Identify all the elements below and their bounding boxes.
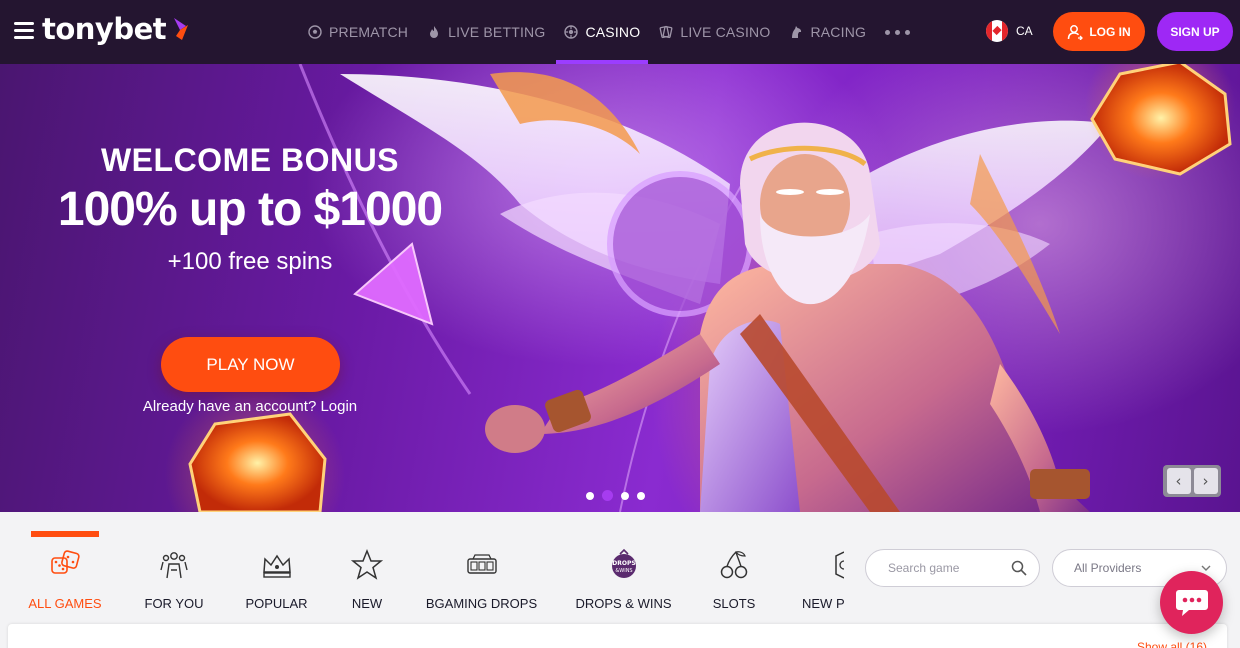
crown-icon	[262, 554, 291, 578]
category-label: DROPS & WINS	[575, 596, 672, 611]
horse-icon	[792, 26, 802, 38]
category-all-games[interactable]: ALL GAMES	[28, 512, 102, 622]
drops-wins-icon: DROPS &WINS	[611, 548, 636, 578]
carousel-dot-active[interactable]	[602, 490, 613, 501]
signup-button[interactable]: SIGN UP	[1157, 12, 1233, 51]
zeus-banner-illustration	[165, 64, 1235, 512]
logo-text: tonybet	[42, 12, 167, 46]
category-label: ALL GAMES	[28, 596, 102, 611]
search-input[interactable]	[888, 561, 1008, 575]
nav-racing-label: RACING	[810, 24, 867, 40]
hero-headline: WELCOME BONUS	[100, 142, 400, 178]
carousel-arrows: ‹ ›	[1163, 465, 1221, 497]
category-slots[interactable]: SLOTS	[712, 512, 756, 622]
user-icon	[1068, 24, 1084, 40]
svg-text:DROPS: DROPS	[612, 560, 635, 567]
canada-flag-icon	[986, 20, 1008, 42]
category-new-providers[interactable]: NEW PI	[802, 512, 844, 622]
login-button[interactable]: LOG IN	[1053, 12, 1145, 51]
login-label: LOG IN	[1089, 24, 1131, 39]
roulette-icon	[564, 25, 579, 39]
search-icon[interactable]	[1011, 560, 1027, 576]
cherries-icon	[720, 551, 748, 579]
hero-banner[interactable]: WELCOME BONUS 100% up to $1000 +100 free…	[0, 64, 1240, 512]
games-panel: Show all (16)	[8, 624, 1227, 648]
category-bgaming-drops[interactable]: BGAMING DROPS	[426, 512, 537, 622]
search-game-field	[865, 549, 1040, 587]
category-new[interactable]: NEW	[350, 512, 384, 622]
chevron-left-icon[interactable]: ‹	[1166, 468, 1191, 494]
nav-prematch[interactable]: PREMATCH	[300, 0, 416, 64]
nav-live-casino-label: LIVE CASINO	[680, 24, 771, 40]
crowd-icon	[160, 552, 188, 579]
hero-bonus-amount: 100% up to $1000	[57, 183, 443, 236]
partial-icon	[835, 551, 844, 579]
category-for-you[interactable]: FOR YOU	[145, 512, 204, 622]
category-label: NEW	[351, 596, 383, 611]
more-dots-icon[interactable]	[877, 0, 918, 64]
star-icon	[350, 548, 384, 580]
category-label: BGAMING DROPS	[425, 596, 538, 611]
live-chat-button[interactable]	[1160, 571, 1223, 634]
fire-icon	[430, 26, 439, 38]
category-label: SLOTS	[712, 596, 756, 611]
nav-racing[interactable]: RACING	[781, 0, 874, 64]
hamburger-menu-icon[interactable]	[14, 22, 34, 40]
play-now-button[interactable]: PLAY NOW	[161, 337, 340, 392]
category-label: NEW PI	[802, 596, 844, 611]
game-category-bar: ALL GAMES FOR YOU POPULAR NEW BGAMING DR…	[0, 512, 1240, 622]
category-label: FOR YOU	[144, 596, 204, 611]
country-selector[interactable]: CA	[986, 20, 1033, 42]
carousel-dots	[586, 490, 645, 501]
nav-live-betting-label: LIVE BETTING	[448, 24, 546, 40]
svg-text:&WINS: &WINS	[615, 568, 632, 574]
logo-mark-icon	[174, 18, 189, 40]
nav-casino-label: CASINO	[585, 24, 641, 40]
chat-bubble-icon	[1175, 589, 1208, 616]
tonybet-logo[interactable]: tonybet	[42, 12, 190, 46]
category-label: POPULAR	[245, 596, 308, 611]
nav-live-casino[interactable]: LIVE CASINO	[651, 0, 778, 64]
hero-login-link[interactable]: Already have an account? Login	[0, 398, 500, 415]
signup-label: SIGN UP	[1170, 24, 1220, 39]
top-navigation-bar: tonybet PREMATCH LIVE BETTING CASINO LIV…	[0, 0, 1240, 64]
nav-live-betting[interactable]: LIVE BETTING	[419, 0, 553, 64]
carousel-dot[interactable]	[637, 491, 645, 500]
nav-casino[interactable]: CASINO	[556, 0, 649, 64]
show-all-link[interactable]: Show all (16)	[1137, 640, 1207, 648]
main-nav: PREMATCH LIVE BETTING CASINO LIVE CASINO…	[300, 0, 918, 64]
hero-free-spins: +100 free spins	[167, 248, 333, 275]
providers-selected-value: All Providers	[1074, 561, 1142, 575]
slot-machine-icon	[466, 554, 497, 574]
category-drops-wins[interactable]: DROPS &WINS DROPS & WINS	[575, 512, 672, 622]
dice-icon	[51, 550, 80, 574]
cards-icon	[659, 25, 673, 39]
category-popular[interactable]: POPULAR	[245, 512, 308, 622]
carousel-dot[interactable]	[621, 491, 629, 500]
soccer-ball-icon	[308, 25, 322, 39]
carousel-dot[interactable]	[586, 491, 594, 500]
chevron-right-icon[interactable]: ›	[1193, 468, 1218, 494]
country-code: CA	[1016, 24, 1033, 38]
nav-prematch-label: PREMATCH	[329, 24, 409, 40]
